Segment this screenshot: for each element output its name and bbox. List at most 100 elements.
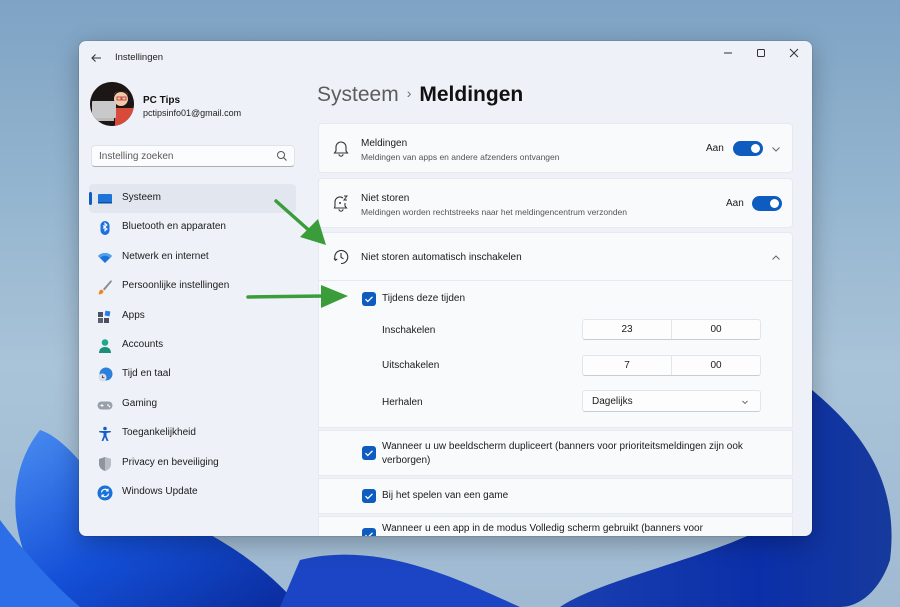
sidebar-item-tijd-taal[interactable]: Tijd en taal (89, 360, 296, 389)
checkmark-icon (365, 493, 373, 500)
turn-off-time-picker[interactable]: 7 00 (582, 355, 761, 376)
sidebar-item-label: Persoonlijke instellingen (122, 280, 230, 292)
bell-snooze-icon (333, 195, 348, 212)
duplicate-display-label: Wanneer u uw beeldscherm dupliceert (ban… (382, 441, 743, 466)
card-subtitle: Meldingen van apps en andere afzenders o… (361, 152, 560, 162)
search-box[interactable] (91, 145, 295, 167)
sidebar-item-windows-update[interactable]: Windows Update (89, 478, 296, 507)
gaming-checkbox[interactable] (362, 489, 376, 503)
checkmark-icon (365, 532, 373, 536)
page-title: Meldingen (419, 83, 524, 106)
sidebar-item-systeem[interactable]: Systeem (89, 184, 296, 214)
minimize-button[interactable] (711, 41, 745, 65)
paintbrush-icon (98, 280, 112, 295)
close-button[interactable] (777, 41, 811, 65)
sidebar-item-label: Privacy en beveiliging (122, 456, 219, 468)
globe-clock-icon (98, 367, 113, 382)
gamepad-icon (97, 401, 113, 410)
profile-email: pctipsinfo01@gmail.com (143, 108, 242, 118)
sidebar-item-accounts[interactable]: Accounts (89, 331, 296, 360)
clock-repeat-icon (333, 249, 349, 265)
option-row: Wanneer u uw beeldscherm dupliceert (ban… (318, 430, 793, 476)
chevron-down-icon (742, 400, 748, 405)
close-icon (789, 48, 799, 58)
checkmark-icon (365, 296, 373, 303)
card-title: Meldingen (361, 138, 408, 149)
notifications-card[interactable]: Meldingen Meldingen van apps en andere a… (318, 123, 793, 173)
fullscreen-label: Wanneer u een app in de modus Volledig s… (382, 523, 703, 534)
breadcrumb: Systeem › Meldingen (317, 83, 523, 107)
notifications-toggle[interactable] (733, 141, 763, 156)
during-times-checkbox[interactable] (362, 292, 376, 306)
arrow-left-icon (91, 54, 101, 62)
maximize-button[interactable] (744, 41, 778, 65)
turn-off-minute[interactable]: 00 (671, 356, 760, 375)
turn-on-minute[interactable]: 00 (671, 320, 760, 339)
sidebar-item-label: Netwerk en internet (122, 250, 209, 262)
sidebar-item-label: Apps (122, 309, 145, 321)
settings-window: Instellingen PC Tips pctipsinfo01@gmail.… (79, 41, 812, 536)
checkmark-icon (365, 450, 373, 457)
option-row: Wanneer u een app in de modus Volledig s… (318, 516, 793, 536)
wifi-icon (98, 252, 112, 263)
sidebar-item-toegankelijkheid[interactable]: Toegankelijkheid (89, 419, 296, 448)
apps-icon (98, 310, 111, 323)
back-button[interactable] (87, 49, 105, 67)
profile-name: PC Tips (143, 95, 181, 106)
sidebar-item-label: Bluetooth en apparaten (122, 221, 226, 233)
app-title: Instellingen (115, 52, 164, 63)
search-input[interactable] (92, 146, 272, 166)
sidebar-nav: Systeem Bluetooth en apparaten Netwerk e… (89, 184, 296, 507)
card-subtitle: Meldingen worden rechtstreeks naar het m… (361, 207, 628, 217)
settings-content: Meldingen Meldingen van apps en andere a… (318, 123, 793, 536)
breadcrumb-separator: › (406, 85, 412, 101)
chevron-down-icon[interactable] (770, 143, 782, 155)
do-not-disturb-card: Niet storen Meldingen worden rechtstreek… (318, 178, 793, 228)
bell-icon (333, 141, 349, 157)
fullscreen-checkbox[interactable] (362, 528, 376, 536)
bluetooth-icon (100, 221, 110, 236)
repeat-label: Herhalen (382, 397, 423, 408)
turn-on-time-picker[interactable]: 23 00 (582, 319, 761, 340)
update-icon (97, 485, 113, 501)
time-schedule-panel: Tijdens deze tijden Inschakelen 23 00 Ui… (318, 280, 793, 428)
avatar (90, 82, 134, 126)
breadcrumb-parent[interactable]: Systeem (317, 83, 399, 106)
annotation-arrow-diagonal (274, 199, 326, 245)
toggle-state-label: Aan (726, 198, 744, 209)
auto-dnd-header[interactable]: Niet storen automatisch inschakelen (318, 232, 793, 281)
toggle-state-label: Aan (706, 143, 724, 154)
turn-off-hour[interactable]: 7 (583, 356, 671, 375)
sidebar-item-netwerk[interactable]: Netwerk en internet (89, 243, 296, 272)
sidebar-item-label: Gaming (122, 397, 158, 409)
turn-on-hour[interactable]: 23 (583, 320, 671, 339)
turn-on-label: Inschakelen (382, 325, 436, 336)
card-title: Niet storen (361, 193, 410, 204)
sidebar-item-label: Toegankelijkheid (122, 427, 196, 439)
shield-icon (99, 456, 111, 471)
person-icon (99, 339, 111, 353)
do-not-disturb-toggle[interactable] (752, 196, 782, 211)
search-icon[interactable] (276, 150, 288, 162)
monitor-icon (98, 194, 112, 204)
option-row: Bij het spelen van een game (318, 478, 793, 514)
repeat-value: Dagelijks (592, 396, 633, 407)
sidebar-item-label: Systeem (122, 192, 161, 203)
duplicate-display-checkbox[interactable] (362, 446, 376, 460)
card-title: Niet storen automatisch inschakelen (361, 252, 522, 263)
sidebar-item-label: Tijd en taal (122, 368, 171, 380)
chevron-up-icon[interactable] (770, 252, 782, 264)
maximize-icon (757, 49, 765, 57)
active-indicator (89, 192, 92, 205)
sidebar-item-label: Accounts (122, 338, 164, 350)
minimize-icon (724, 52, 732, 54)
repeat-dropdown[interactable]: Dagelijks (582, 390, 761, 412)
sidebar-item-gaming[interactable]: Gaming (89, 390, 296, 419)
sidebar-item-bluetooth[interactable]: Bluetooth en apparaten (89, 213, 296, 242)
turn-off-label: Uitschakelen (382, 360, 440, 371)
title-bar: Instellingen (79, 41, 812, 75)
gaming-label: Bij het spelen van een game (382, 490, 509, 501)
sidebar-item-privacy[interactable]: Privacy en beveiliging (89, 449, 296, 478)
accessibility-icon (99, 426, 111, 442)
annotation-arrow-horizontal (246, 285, 348, 308)
